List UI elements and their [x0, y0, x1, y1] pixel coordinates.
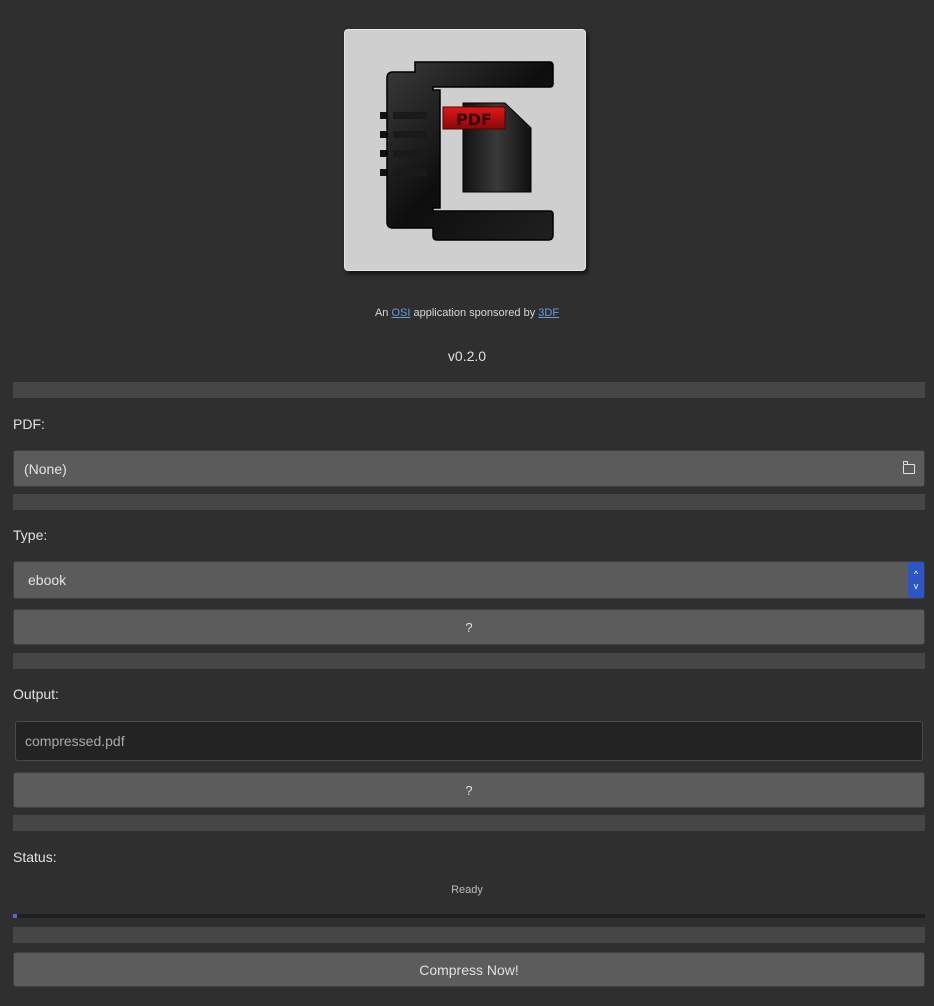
- separator: [13, 927, 925, 943]
- progress-fill: [13, 914, 17, 918]
- separator: [13, 653, 925, 669]
- type-select[interactable]: ebook ^ v: [13, 561, 925, 599]
- status-text: Ready: [451, 884, 483, 896]
- app-window: PDF An OSI application sponsored by 3DF …: [0, 0, 934, 1006]
- compress-now-button[interactable]: Compress Now!: [13, 952, 925, 987]
- spinner-arrows-icon[interactable]: ^ v: [908, 562, 924, 598]
- separator: [13, 494, 925, 510]
- folder-icon[interactable]: [903, 460, 915, 474]
- separator: [13, 382, 925, 398]
- output-filename-input[interactable]: compressed.pdf: [15, 721, 923, 761]
- pdf-compressor-logo-icon: PDF: [380, 61, 554, 241]
- version-label: v0.2.0: [447, 348, 487, 364]
- logo-pdf-text: PDF: [456, 110, 492, 129]
- chevron-down-icon: v: [913, 581, 919, 591]
- output-filename-value: compressed.pdf: [25, 733, 125, 749]
- type-selected-value: ebook: [28, 572, 67, 588]
- osi-link[interactable]: OSI: [391, 307, 410, 319]
- chevron-up-icon: ^: [913, 569, 919, 579]
- progress-bar: [13, 914, 925, 918]
- app-logo: PDF: [344, 29, 586, 271]
- pdf-label: PDF:: [13, 416, 45, 432]
- pdf-file-picker[interactable]: (None): [13, 450, 925, 487]
- sponsor-line: An OSI application sponsored by 3DF: [0, 307, 934, 319]
- pdf-file-value: (None): [24, 460, 67, 477]
- output-label: Output:: [13, 686, 59, 702]
- sponsor-middle: application sponsored by: [413, 307, 536, 319]
- status-label: Status:: [13, 849, 57, 865]
- output-help-button[interactable]: ?: [13, 772, 925, 808]
- 3df-link[interactable]: 3DF: [538, 307, 559, 319]
- type-help-button[interactable]: ?: [13, 609, 925, 645]
- separator: [13, 815, 925, 831]
- sponsor-prefix: An: [374, 307, 389, 319]
- type-label: Type:: [13, 527, 48, 543]
